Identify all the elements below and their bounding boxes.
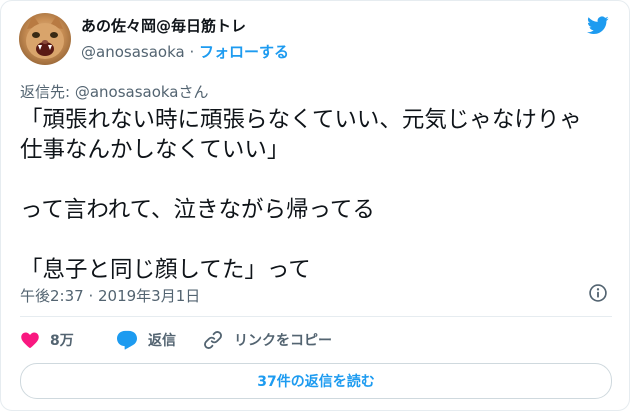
reply-button[interactable]: 返信 — [116, 330, 202, 350]
author-handle[interactable]: @anosasaoka — [81, 43, 185, 61]
tweet-text-line: 仕事なんかしなくていい」 — [20, 137, 290, 163]
divider — [20, 316, 612, 317]
tweet-text: 「頑張れない時に頑張らなくていい、元気じゃなけりゃ 仕事なんかしなくていい」 っ… — [20, 105, 615, 285]
avatar[interactable] — [19, 13, 71, 65]
heart-icon — [21, 332, 39, 348]
copy-link-button[interactable]: リンクをコピー — [202, 329, 332, 351]
tweet-timestamp[interactable]: 午後2:37 · 2019年3月1日 — [20, 285, 200, 306]
tweet-text-line: 「頑張れない時に頑張らなくていい、元気じゃなけりゃ — [20, 107, 582, 133]
reply-label: 返信 — [148, 333, 176, 349]
copy-link-label: リンクをコピー — [234, 333, 332, 349]
cat-avatar-image — [26, 15, 64, 59]
like-button[interactable]: 8万 — [20, 330, 116, 350]
like-count: 8万 — [50, 333, 74, 349]
author-name[interactable]: あの佐々岡@毎日筋トレ — [81, 15, 246, 36]
tweet-text-line: 「息子と同じ顔してた」って — [20, 257, 311, 283]
reply-to-label: 返信先: @anosasaokaさん — [20, 83, 209, 101]
link-icon — [204, 331, 222, 349]
follow-link[interactable]: フォローする — [199, 43, 289, 61]
twitter-bird-icon[interactable] — [585, 14, 611, 36]
handle-separator: · — [184, 43, 199, 61]
info-icon[interactable] — [588, 283, 608, 303]
tweet-card: あの佐々岡@毎日筋トレ @anosasaoka · フォローする 返信先: @a… — [0, 0, 630, 411]
author-handle-row: @anosasaoka · フォローする — [81, 41, 289, 62]
reply-bubble-icon — [117, 330, 137, 350]
action-bar: 8万 返信 リンクをコピー — [20, 329, 332, 351]
tweet-text-line: って言われて、泣きながら帰ってる — [20, 197, 375, 223]
read-replies-button[interactable]: 37件の返信を読む — [20, 363, 612, 399]
